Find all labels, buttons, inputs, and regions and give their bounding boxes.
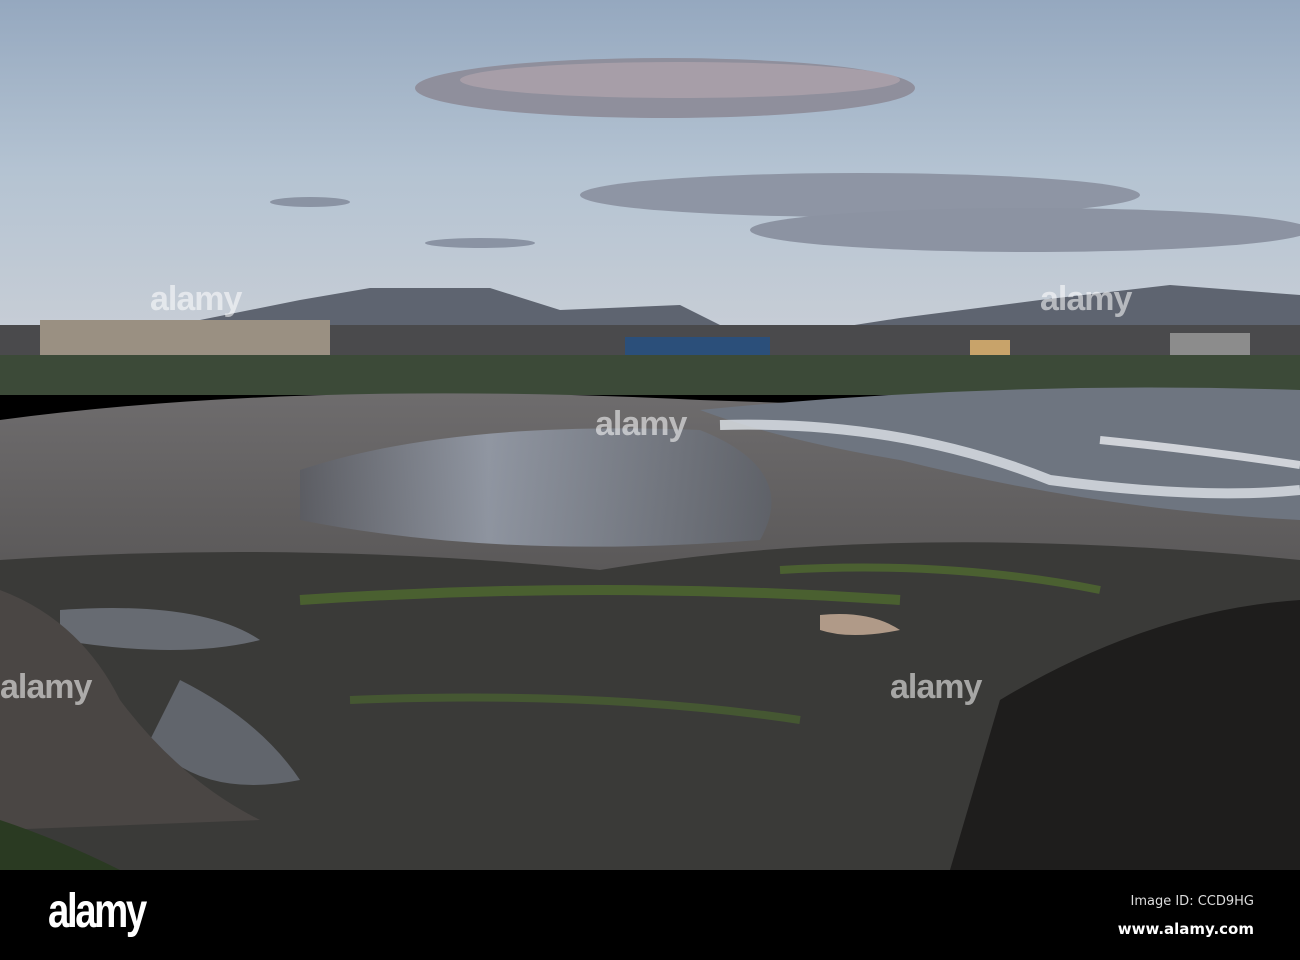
watermark: alamy: [0, 668, 92, 706]
watermark: alamy: [890, 668, 982, 706]
alamy-logo[interactable]: alamy: [48, 884, 147, 939]
stock-photo-page: alamy alamy alamy alamy alamy alamy Imag…: [0, 0, 1300, 960]
watermark: alamy: [1040, 280, 1132, 318]
watermark: alamy: [595, 405, 687, 443]
footer-bar: alamy Image ID: CCD9HG www.alamy.com: [0, 870, 1300, 960]
image-id: Image ID: CCD9HG: [1130, 894, 1255, 909]
watermark: alamy: [150, 280, 242, 318]
cloud: [750, 208, 1300, 252]
website-link[interactable]: www.alamy.com: [1118, 920, 1254, 938]
